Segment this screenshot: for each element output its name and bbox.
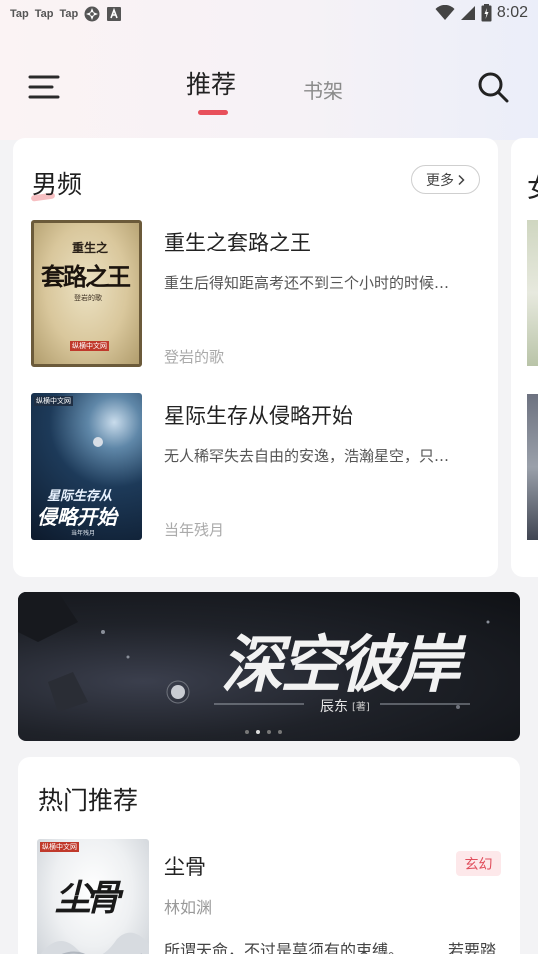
book-title: 尘骨 xyxy=(164,855,206,879)
carousel-dot xyxy=(245,730,249,734)
tab-recommend[interactable]: 推荐 xyxy=(186,65,236,101)
banner-author: 辰东 xyxy=(320,699,348,715)
cover-small-text: 重生之 xyxy=(72,241,109,255)
genre-badge: 玄幻 xyxy=(456,851,501,876)
cover-publisher-text: 纵横中文网 xyxy=(70,341,109,351)
book-title: 星际生存从侵略开始 xyxy=(164,404,353,428)
cellular-signal-icon xyxy=(460,6,475,20)
carousel-indicator xyxy=(245,730,282,734)
carousel-dot xyxy=(278,730,282,734)
carousel-dot-active xyxy=(256,730,260,734)
book-description: 无人稀罕失去自由的安逸，浩瀚星空，只… xyxy=(164,447,450,465)
cover-ornament xyxy=(40,932,149,954)
book-cover: 纵横中文网 星际生存从 侵略开始 当年残月 xyxy=(31,393,142,540)
cover-title-line2: 侵略开始 xyxy=(37,505,117,529)
book-item[interactable]: 纵横中文网 星际生存从 侵略开始 当年残月 星际生存从侵略开始 无人稀罕失去自由… xyxy=(31,393,481,541)
more-label: 更多 xyxy=(426,172,454,189)
book-cover: 纵横中文网 尘骨 xyxy=(37,839,149,954)
book-cover: 重生之 套路之王 登岩的歌 纵横中文网 xyxy=(31,220,142,367)
wifi-icon xyxy=(435,5,455,20)
cover-title-text: 尘骨 xyxy=(55,877,121,919)
planet-shape xyxy=(93,437,103,447)
book-cover xyxy=(527,220,538,366)
cover-title-text: 套路之王 xyxy=(41,262,131,291)
chevron-right-icon xyxy=(458,174,465,185)
section-title: 男频 xyxy=(32,170,83,199)
vpn-icon xyxy=(84,6,100,22)
cover-author-text: 登岩的歌 xyxy=(74,294,102,302)
book-title: 重生之套路之王 xyxy=(164,231,311,255)
active-tab-indicator xyxy=(198,110,228,115)
male-channel-card: 男频 更多 重生之 套路之王 登岩的歌 纵横中文网 重生之套路之王 重生后得知距… xyxy=(13,138,498,577)
font-app-icon xyxy=(107,7,122,21)
more-button[interactable]: 更多 xyxy=(411,165,480,194)
book-cover xyxy=(527,394,538,540)
book-author: 林如渊 xyxy=(164,898,213,917)
cover-publisher-text: 纵横中文网 xyxy=(40,842,79,852)
book-description-tail: 若要踏 xyxy=(448,941,497,954)
section-title: 女 xyxy=(527,168,538,205)
book-author: 登岩的歌 xyxy=(164,348,225,366)
cover-author-text: 当年残月 xyxy=(71,530,96,537)
book-description-main: 所谓天命，不过是莫须有的束缚。 xyxy=(164,941,405,954)
taptap-notification-icon: Tap xyxy=(10,8,29,20)
promo-banner[interactable]: 深空彼岸 辰东 [著] xyxy=(18,592,520,741)
section-title: 热门推荐 xyxy=(38,786,139,815)
book-author: 当年残月 xyxy=(164,521,225,539)
menu-icon[interactable] xyxy=(27,72,61,102)
banner-author-tag: [著] xyxy=(352,702,370,713)
female-channel-card-peek[interactable]: 女 xyxy=(511,138,538,577)
search-icon[interactable] xyxy=(476,70,510,104)
banner-title: 深空彼岸 xyxy=(221,628,460,701)
battery-icon xyxy=(481,4,492,22)
book-description: 所谓天命，不过是莫须有的束缚。 若要踏 xyxy=(164,937,504,954)
status-bar-notifications: Tap Tap Tap xyxy=(10,6,122,22)
hot-recommendations-card: 热门推荐 纵横中文网 尘骨 尘骨 玄幻 林如渊 所谓天命，不过是莫须有的束缚。 … xyxy=(18,757,520,954)
carousel-dot xyxy=(267,730,271,734)
cover-publisher-text: 纵横中文网 xyxy=(34,396,73,406)
top-navigation: 推荐 书架 xyxy=(0,55,538,125)
clock: 8:02 xyxy=(496,4,528,21)
taptap-notification-icon: Tap xyxy=(59,8,79,20)
tab-bookshelf[interactable]: 书架 xyxy=(303,75,343,104)
status-bar-system: 8:02 xyxy=(435,4,528,22)
book-description: 重生后得知距高考还不到三个小时的时候… xyxy=(164,274,450,292)
taptap-notification-icon: Tap xyxy=(34,8,54,20)
status-bar: Tap Tap Tap 8:02 xyxy=(0,0,538,28)
book-item[interactable]: 重生之 套路之王 登岩的歌 纵横中文网 重生之套路之王 重生后得知距高考还不到三… xyxy=(31,220,481,368)
